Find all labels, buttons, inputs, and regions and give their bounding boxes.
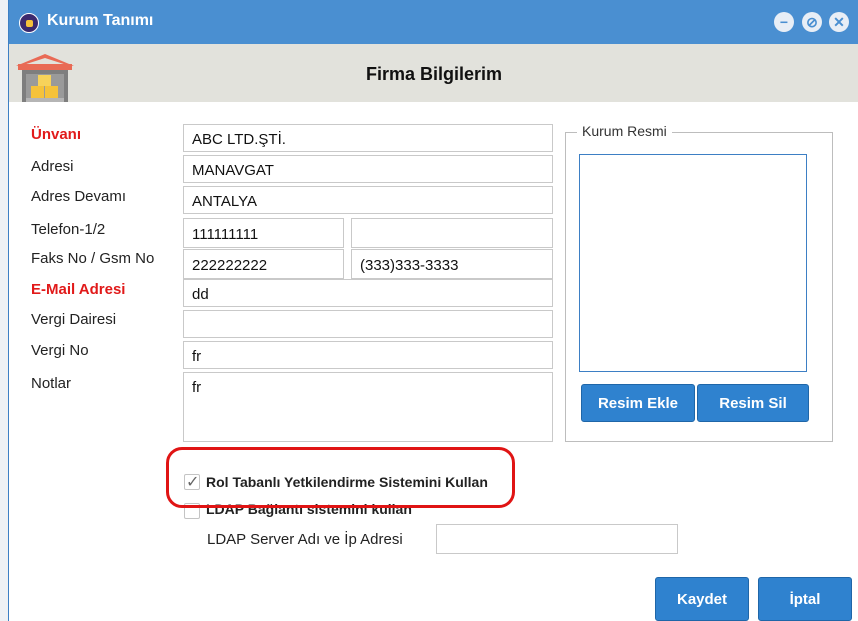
header-band: Firma Bilgilerim xyxy=(9,44,858,102)
vergi-dairesi-label: Vergi Dairesi xyxy=(31,311,117,328)
logo-image-preview xyxy=(579,154,807,372)
adres-devami-label: Adres Devamı xyxy=(31,188,127,205)
vergi-no-label: Vergi No xyxy=(31,342,89,359)
unvan-field[interactable]: ABC LTD.ŞTİ. xyxy=(183,124,553,152)
app-logo-icon xyxy=(19,13,39,33)
title-bar[interactable]: Kurum Tanımı − ⊘ ✕ xyxy=(9,0,858,44)
page-title: Firma Bilgilerim xyxy=(365,64,503,84)
gsm-field[interactable]: (333)333-3333 xyxy=(351,249,553,279)
resim-sil-button[interactable]: Resim Sil xyxy=(697,384,809,422)
email-field[interactable]: dd xyxy=(183,279,553,307)
telefon1-field[interactable]: 111111111 xyxy=(183,218,344,248)
save-button[interactable]: Kaydet xyxy=(655,577,749,621)
ldap-server-label: LDAP Server Adı ve İp Adresi xyxy=(207,531,403,548)
dialog-window: Kurum Tanımı − ⊘ ✕ Firma Bilgilerim Ünva… xyxy=(8,0,858,621)
window-title: Kurum Tanımı xyxy=(47,12,154,29)
restore-icon[interactable]: ⊘ xyxy=(802,12,822,32)
notlar-label: Notlar xyxy=(31,375,72,392)
adres-label: Adresi xyxy=(31,158,74,175)
telefon2-field[interactable] xyxy=(351,218,553,248)
vergi-dairesi-field[interactable] xyxy=(183,310,553,338)
highlight-annotation xyxy=(166,447,515,508)
email-label: E-Mail Adresi xyxy=(31,281,126,298)
kurum-resmi-legend: Kurum Resmi xyxy=(577,123,672,139)
close-icon[interactable]: ✕ xyxy=(829,12,849,32)
faks-label: Faks No / Gsm No xyxy=(31,250,155,267)
cancel-button[interactable]: İptal xyxy=(758,577,852,621)
adres-field[interactable]: MANAVGAT xyxy=(183,155,553,183)
resim-ekle-button[interactable]: Resim Ekle xyxy=(581,384,695,422)
notlar-textarea[interactable]: fr xyxy=(183,372,553,442)
ldap-server-field[interactable] xyxy=(436,524,678,554)
minimize-icon[interactable]: − xyxy=(774,12,794,32)
adres-devami-field[interactable]: ANTALYA xyxy=(183,186,553,214)
telefon-label: Telefon-1/2 xyxy=(31,221,106,238)
vergi-no-field[interactable]: fr xyxy=(183,341,553,369)
unvan-label: Ünvanı xyxy=(31,126,82,143)
faks-field[interactable]: 222222222 xyxy=(183,249,344,279)
